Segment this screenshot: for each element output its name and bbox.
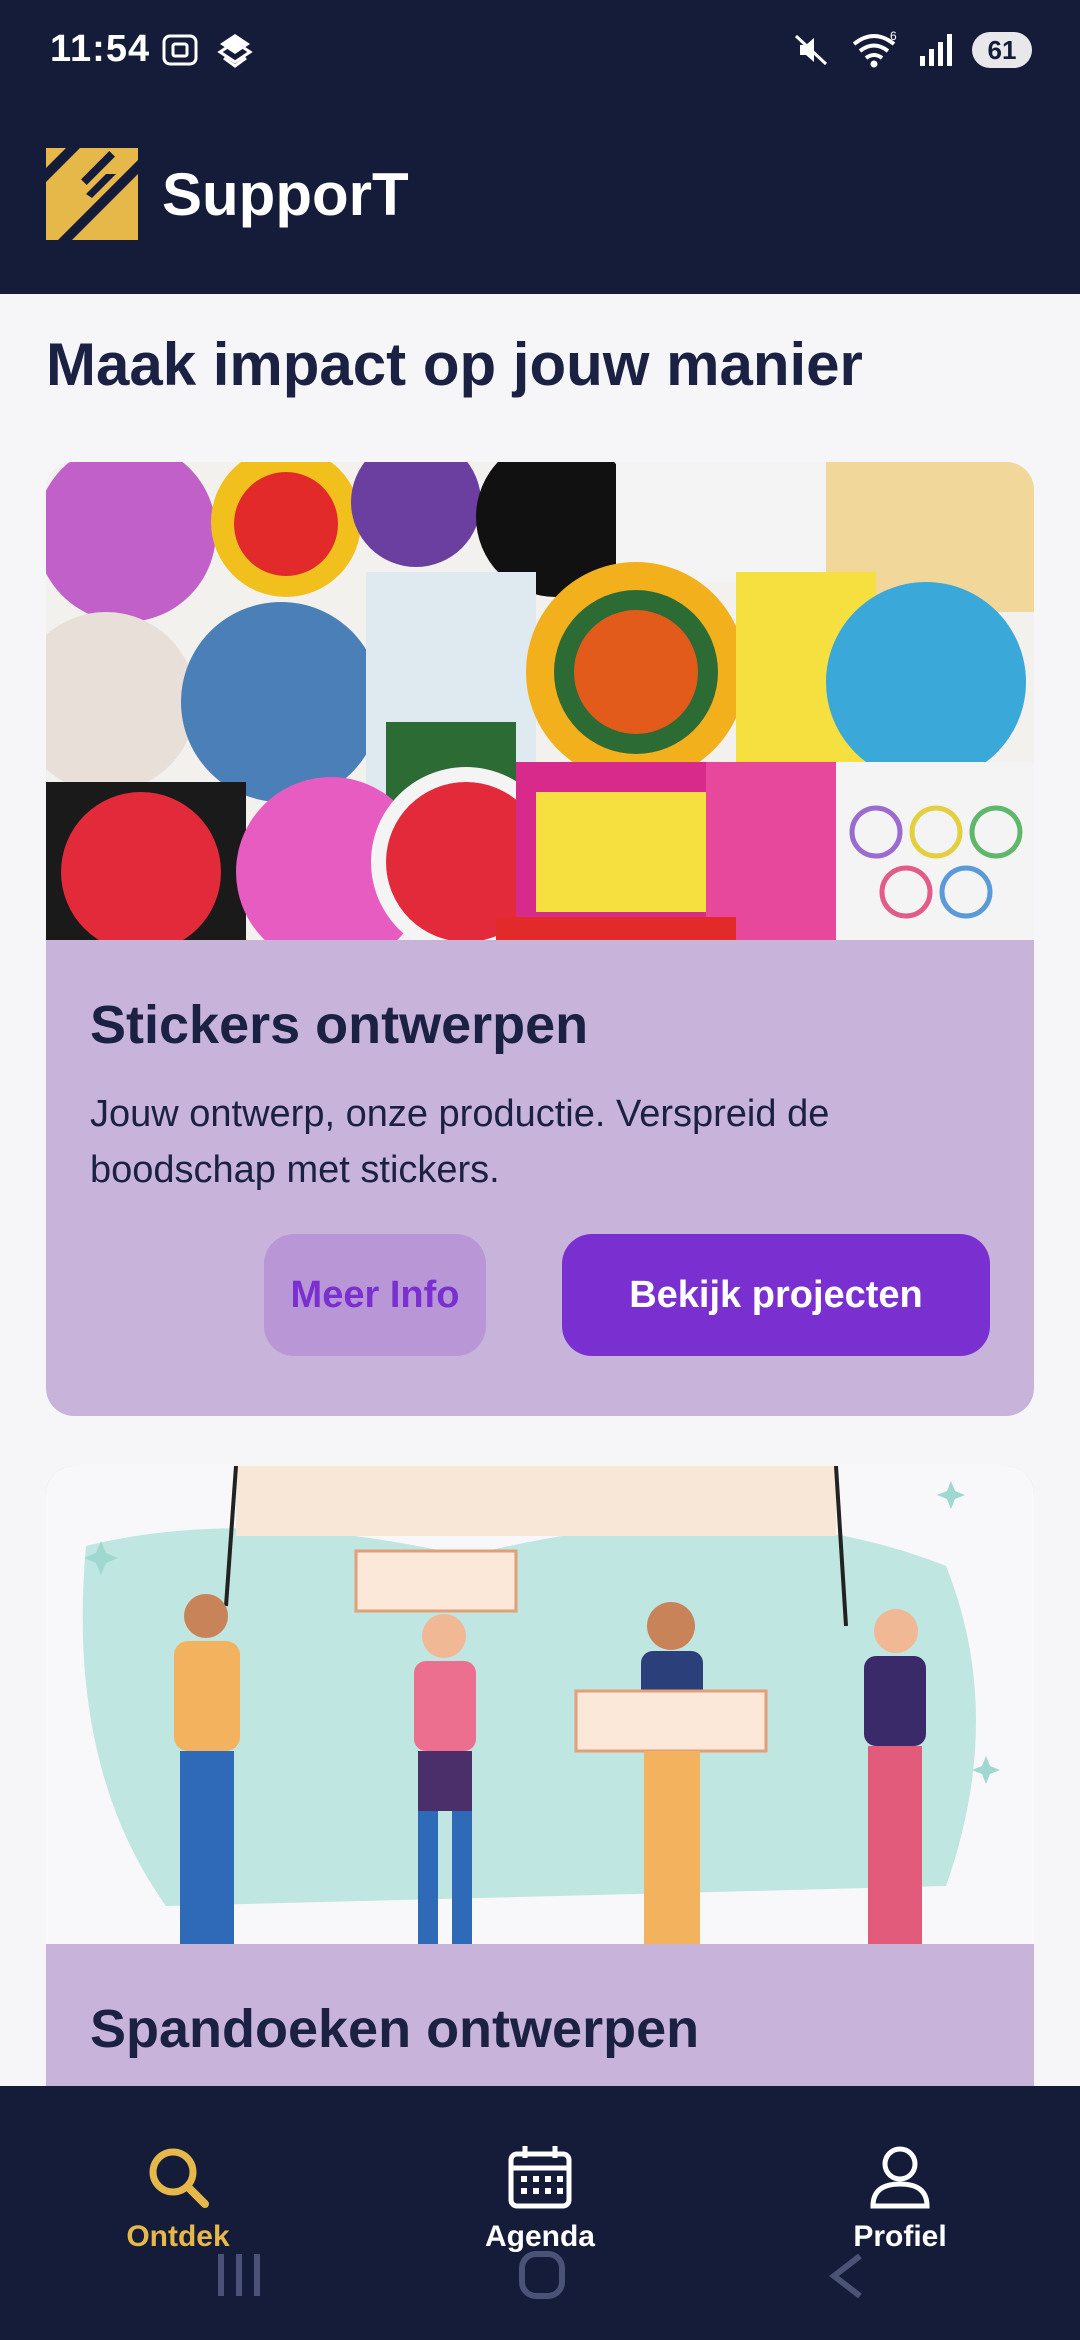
card-description: Jouw ontwerp, onze productie. Verspreid … [90, 1093, 830, 1191]
sticker-collage-image [46, 462, 1034, 940]
system-nav-bar [218, 2251, 862, 2299]
nav-item-ontdek[interactable]: Ontdek [68, 2142, 288, 2254]
protest-banner-image [46, 1466, 1034, 1944]
status-time: 11:54 [50, 28, 151, 70]
nav-item-profiel[interactable]: Profiel [790, 2142, 1010, 2254]
meer-info-button[interactable]: Meer Info [264, 1234, 486, 1356]
person-icon [870, 2146, 930, 2209]
mute-icon [794, 34, 828, 66]
discover-feed[interactable]: Maak impact op jouw manier Stickers ontw… [0, 294, 1080, 2086]
app-bar: SupporT [0, 108, 1080, 294]
app-logo [46, 148, 138, 240]
status-bar: 11:54 6 61 [0, 0, 1080, 108]
screenshot-icon [162, 34, 198, 66]
app-title: SupporT [162, 161, 409, 228]
card-stickers[interactable]: Stickers ontwerpen Jouw ontwerp, onze pr… [46, 462, 1034, 1416]
svg-text:6: 6 [890, 30, 897, 43]
dropbox-icon [217, 34, 253, 68]
battery-level: 61 [987, 34, 1017, 65]
recent-apps-icon[interactable] [218, 2254, 260, 2296]
signal-icon [920, 34, 952, 66]
battery-icon: 61 [972, 32, 1032, 68]
wifi-6-icon: 6 [852, 30, 897, 68]
status-left-icons [160, 30, 256, 70]
card-title: Spandoeken ontwerpen [90, 1999, 700, 2059]
card-spandoeken[interactable]: Spandoeken ontwerpen [46, 1466, 1034, 2086]
search-icon [149, 2148, 209, 2208]
page-title: Maak impact op jouw manier [46, 331, 863, 398]
card-title: Stickers ontwerpen [90, 995, 589, 1055]
back-icon[interactable] [829, 2253, 862, 2299]
calendar-icon [508, 2146, 572, 2209]
home-icon[interactable] [519, 2251, 565, 2299]
bekijk-projecten-button[interactable]: Bekijk projecten [562, 1234, 990, 1356]
status-right-icons: 6 61 [792, 30, 1032, 70]
nav-item-agenda[interactable]: Agenda [430, 2142, 650, 2254]
